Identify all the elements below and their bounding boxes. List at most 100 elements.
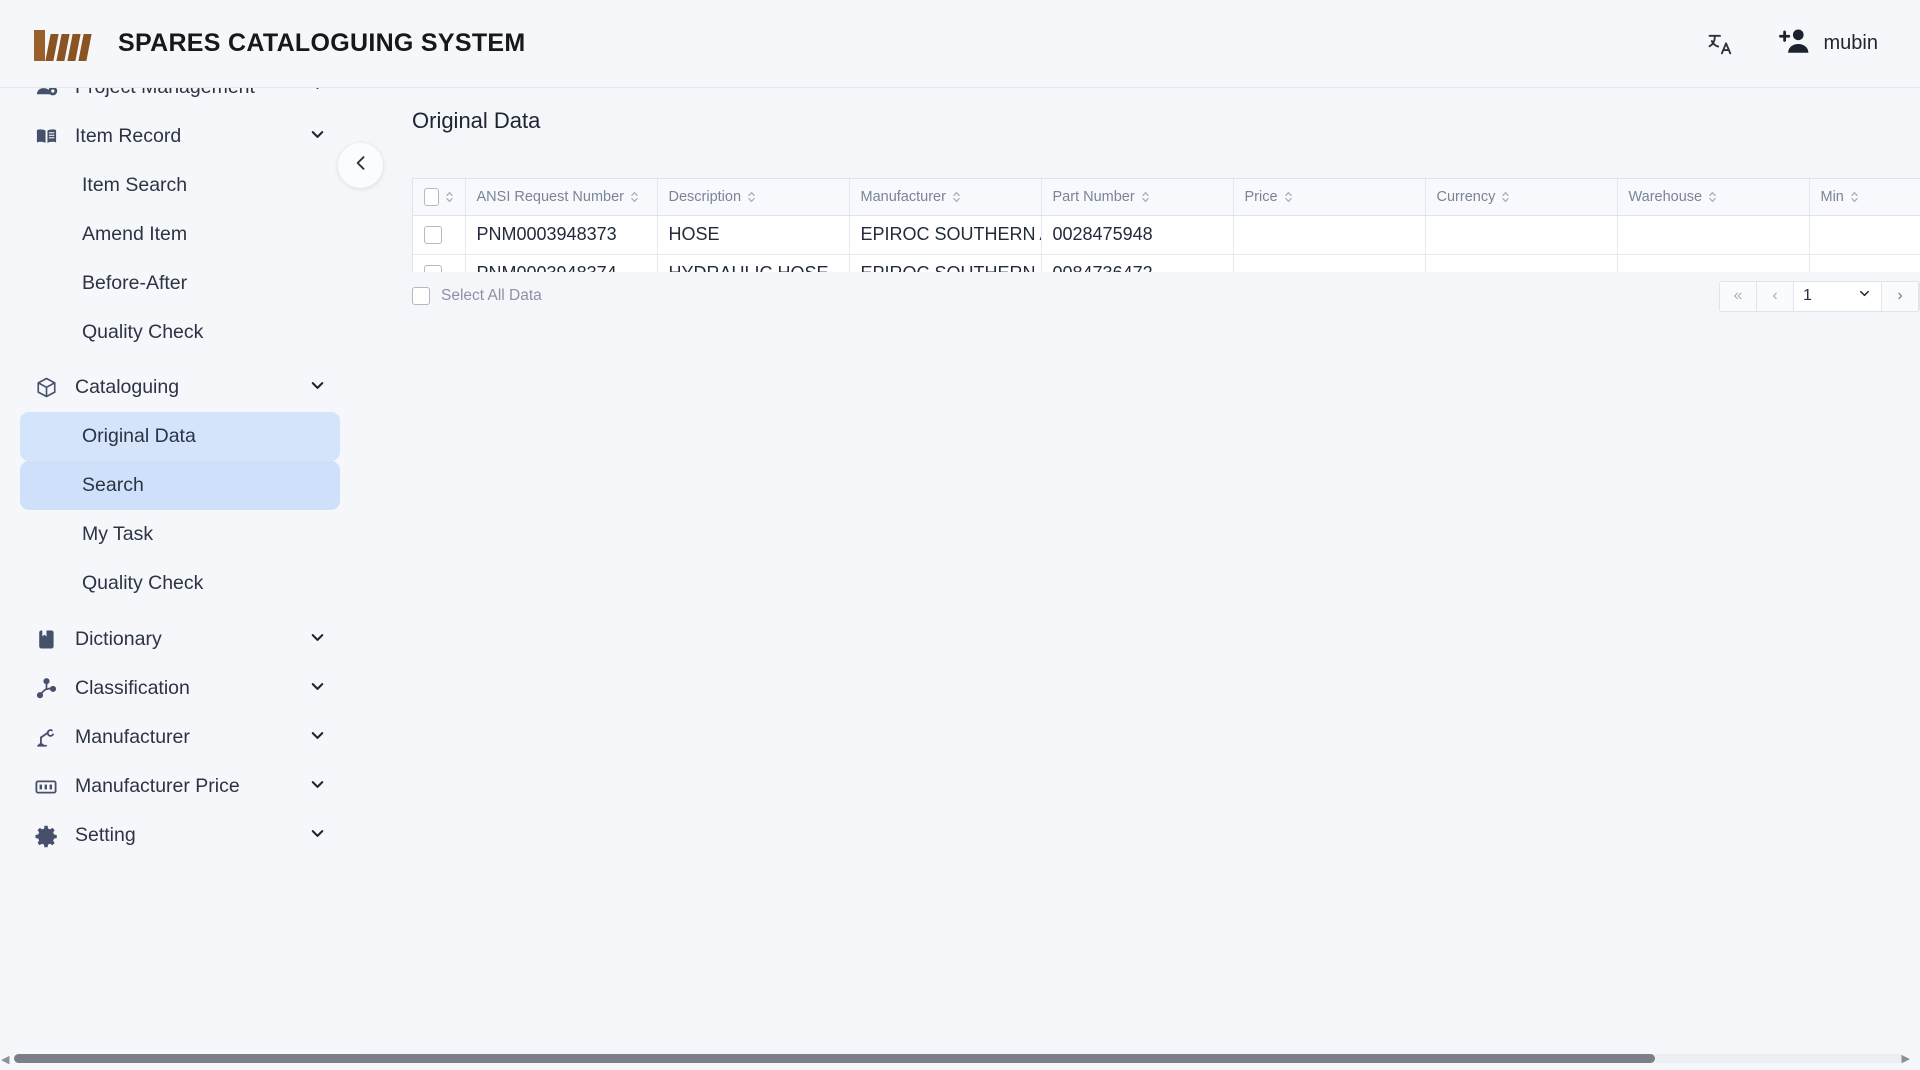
cell-ansi-request-number: PNM0003948374 — [465, 254, 658, 272]
sort-icon — [1284, 190, 1293, 204]
sidebar-item-my-task[interactable]: My Task — [20, 510, 340, 559]
hierarchy-icon — [31, 677, 61, 700]
sidebar-item-label: Quality Check — [82, 321, 204, 343]
sort-icon — [1141, 190, 1150, 204]
chevron-down-icon — [308, 125, 327, 149]
chevron-down-icon — [308, 628, 327, 652]
select-all-data-checkbox[interactable] — [412, 287, 430, 305]
cell-manufacturer: EPIROC SOUTHERN AFRICA — [849, 254, 1042, 272]
scroll-left-icon[interactable]: ◀ — [1, 1053, 9, 1066]
gear-icon — [31, 824, 61, 848]
select-all-data-label: Select All Data — [441, 287, 542, 304]
sidebar-item-before-after[interactable]: Before-After — [20, 259, 340, 308]
column-label: Price — [1244, 188, 1278, 205]
sidebar-group-label: Setting — [75, 824, 136, 846]
cell-part-number: 0028475948 — [1041, 215, 1234, 255]
column-header-part-number[interactable]: Part Number — [1041, 179, 1234, 216]
sort-icon — [1708, 190, 1717, 204]
sidebar-item-original-data[interactable]: Original Data — [20, 412, 340, 461]
header-actions: mubin — [1706, 27, 1878, 60]
column-header-warehouse[interactable]: Warehouse — [1617, 179, 1810, 216]
sidebar-item-label: Quality Check — [82, 572, 204, 594]
sidebar-item-quality-check-item-record[interactable]: Quality Check — [20, 308, 340, 357]
column-label: Part Number — [1052, 188, 1135, 205]
sidebar-item-quality-check-cataloguing[interactable]: Quality Check — [20, 559, 340, 608]
column-header-min[interactable]: Min — [1809, 179, 1920, 216]
app-title: SPARES CATALOGUING SYSTEM — [118, 29, 526, 57]
user-menu[interactable]: mubin — [1778, 27, 1878, 60]
table-body: PNM0003948373 HOSE EPIROC SOUTHERN AFRIC… — [413, 215, 1920, 272]
chevron-down-icon — [308, 88, 327, 100]
cell-description: HOSE — [657, 215, 850, 255]
pagination-page-select[interactable]: 1 — [1794, 281, 1882, 311]
sidebar-collapse-button[interactable] — [338, 143, 383, 188]
box-icon — [31, 376, 61, 399]
pagination-next-button[interactable]: › — [1882, 281, 1919, 311]
sidebar-group-label: Item Record — [75, 125, 182, 147]
scrollbar-thumb[interactable] — [14, 1054, 1655, 1063]
cell-currency — [1425, 215, 1618, 255]
chevron-down-icon — [308, 726, 327, 750]
row-checkbox[interactable] — [424, 226, 442, 245]
chevron-down-icon — [308, 775, 327, 799]
translate-icon[interactable] — [1706, 30, 1734, 58]
chevron-down-icon — [308, 677, 327, 701]
scroll-right-icon[interactable]: ▶ — [1902, 1052, 1910, 1065]
sidebar: Project Management Item Record — [0, 88, 360, 1070]
sidebar-group-manufacturer[interactable]: Manufacturer — [20, 713, 340, 762]
sidebar-group-cataloguing[interactable]: Cataloguing — [20, 363, 340, 412]
sidebar-group-setting[interactable]: Setting — [20, 811, 340, 860]
sidebar-item-label: Amend Item — [82, 223, 188, 245]
column-header-price[interactable]: Price — [1233, 179, 1426, 216]
column-label: Description — [668, 188, 742, 205]
cell-min — [1809, 215, 1920, 255]
sidebar-group-classification[interactable]: Classification — [20, 664, 340, 713]
sidebar-item-amend-item[interactable]: Amend Item — [20, 210, 340, 259]
select-all-data-control[interactable]: Select All Data — [412, 287, 542, 305]
chevron-down-icon — [308, 376, 327, 400]
pagination-current-page: 1 — [1803, 287, 1812, 304]
sidebar-item-search[interactable]: Search — [20, 461, 340, 510]
column-label: Warehouse — [1628, 188, 1703, 205]
sidebar-group-label: Cataloguing — [75, 376, 180, 398]
person-add-icon — [1778, 27, 1810, 60]
table-header: ANSI Request Number Description Manufact… — [413, 179, 1920, 216]
pagination: « ‹ 1 › — [1719, 280, 1920, 312]
pagination-first-button[interactable]: « — [1720, 281, 1757, 311]
sidebar-group-label: Classification — [75, 677, 190, 699]
user-name: mubin — [1823, 32, 1878, 54]
person-gear-icon — [31, 88, 61, 99]
sidebar-group-manufacturer-price[interactable]: Manufacturer Price — [20, 762, 340, 811]
row-select-cell[interactable] — [413, 215, 466, 255]
sidebar-group-item-record[interactable]: Item Record — [20, 112, 340, 161]
app-header: SPARES CATALOGUING SYSTEM mubin — [0, 0, 1920, 88]
table-header-row: ANSI Request Number Description Manufact… — [413, 179, 1920, 216]
sidebar-item-item-search[interactable]: Item Search — [20, 161, 340, 210]
select-all-header-checkbox[interactable] — [424, 187, 439, 206]
pagination-prev-button[interactable]: ‹ — [1757, 281, 1794, 311]
bookmark-book-icon — [31, 628, 61, 651]
table-row[interactable]: PNM0003948374 HYDRAULIC HOSE EPIROC SOUT… — [413, 254, 1920, 272]
chevron-left-icon — [351, 153, 371, 178]
cell-description: HYDRAULIC HOSE — [657, 254, 850, 272]
sidebar-group-project-management[interactable]: Project Management — [20, 88, 340, 112]
horizontal-scrollbar[interactable]: ◀ ▶ — [1, 1053, 1910, 1066]
sidebar-group-dictionary[interactable]: Dictionary — [20, 615, 340, 664]
cell-price — [1233, 215, 1426, 255]
column-header-manufacturer[interactable]: Manufacturer — [849, 179, 1042, 216]
cell-manufacturer: EPIROC SOUTHERN AFRICA — [849, 215, 1042, 255]
sidebar-group-label: Dictionary — [75, 628, 162, 650]
sidebar-item-label: Original Data — [82, 425, 196, 447]
sort-icon — [630, 190, 639, 204]
row-checkbox[interactable] — [424, 265, 442, 272]
brand-bars-logo — [34, 27, 92, 61]
sidebar-group-label: Manufacturer — [75, 726, 190, 748]
column-header-select[interactable] — [413, 179, 466, 216]
cell-price — [1233, 254, 1426, 272]
column-header-ansi-request-number[interactable]: ANSI Request Number — [465, 179, 658, 216]
column-label: Min — [1820, 188, 1844, 205]
row-select-cell[interactable] — [413, 254, 466, 272]
column-header-description[interactable]: Description — [657, 179, 850, 216]
column-header-currency[interactable]: Currency — [1425, 179, 1618, 216]
table-row[interactable]: PNM0003948373 HOSE EPIROC SOUTHERN AFRIC… — [413, 215, 1920, 255]
